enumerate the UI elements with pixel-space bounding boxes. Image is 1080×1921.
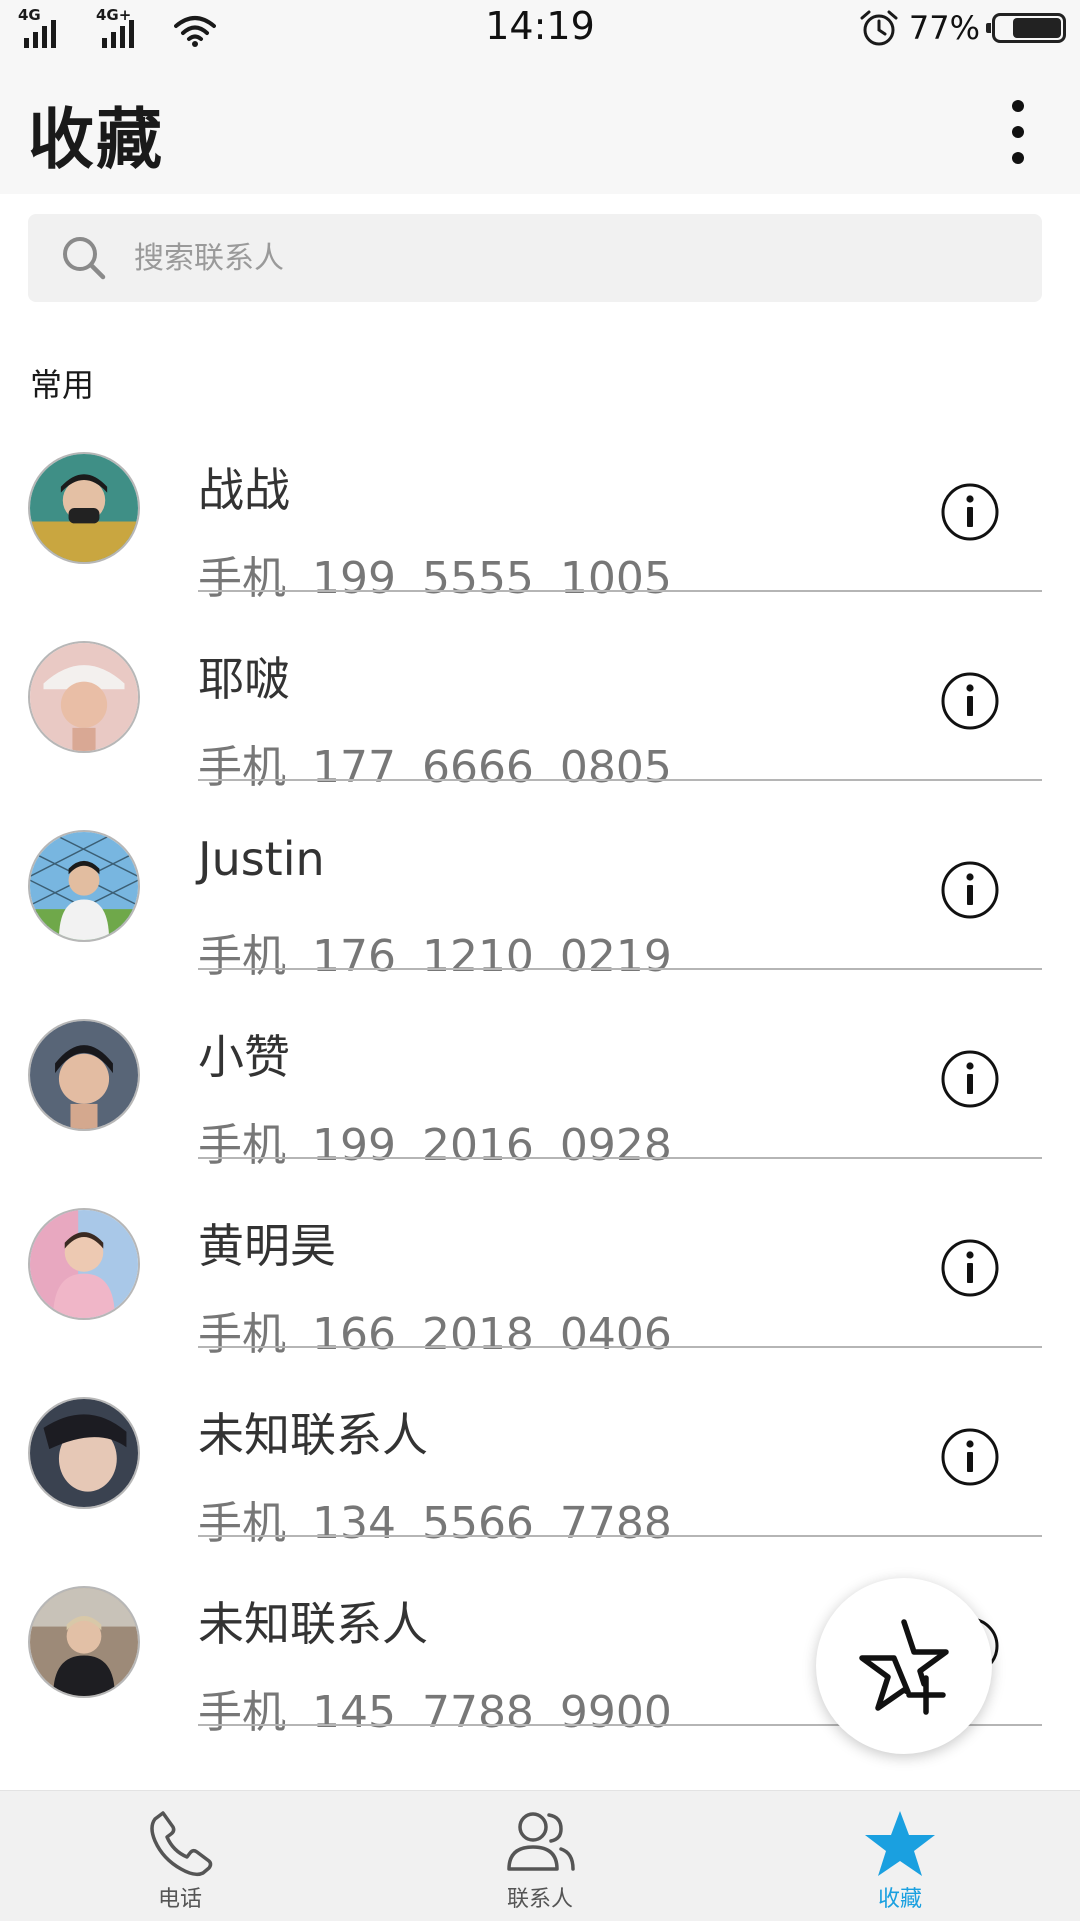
contact-name: Justin [198, 832, 325, 886]
avatar [28, 1586, 140, 1698]
contact-row[interactable]: Justin 手机 176 1210 0219 [0, 808, 1080, 997]
contact-info-button[interactable] [940, 671, 1000, 731]
divider [198, 968, 1042, 970]
nav-label: 收藏 [877, 1887, 922, 1912]
battery-percent: 77% [908, 9, 980, 47]
contact-phone: 手机 199 5555 1005 [198, 553, 672, 604]
app-header: 收藏 [0, 56, 1080, 194]
contact-phone: 手机 166 2018 0406 [198, 1309, 672, 1360]
contact-row[interactable]: 小赞 手机 199 2016 0928 [0, 997, 1080, 1186]
contact-name: 战战 [198, 463, 290, 517]
status-right: 77% [857, 8, 1066, 48]
contact-name: 黄明昊 [198, 1219, 336, 1273]
contact-phone: 手机 145 7788 9900 [198, 1687, 672, 1738]
contact-info-button[interactable] [940, 860, 1000, 920]
alarm-icon [860, 10, 898, 46]
section-label-frequent: 常用 [30, 366, 95, 404]
star-icon [865, 1811, 935, 1876]
contact-row[interactable]: 战战 手机 199 5555 1005 [0, 430, 1080, 619]
contact-name: 未知联系人 [198, 1408, 428, 1462]
search-bar[interactable] [28, 214, 1042, 302]
nav-label: 电话 [157, 1887, 202, 1912]
avatar [28, 452, 140, 564]
favorites-list: 战战 手机 199 5555 1005 耶啵 手机 177 6666 0805 … [0, 430, 1080, 1753]
avatar [28, 1019, 140, 1131]
contact-row[interactable]: 耶啵 手机 177 6666 0805 [0, 619, 1080, 808]
divider [198, 1535, 1042, 1537]
divider [198, 779, 1042, 781]
contact-info-button[interactable] [940, 1427, 1000, 1487]
contact-name: 小赞 [198, 1030, 290, 1084]
info-icon [941, 861, 999, 919]
contact-phone: 手机 134 5566 7788 [198, 1498, 672, 1549]
contact-row[interactable]: 黄明昊 手机 166 2018 0406 [0, 1186, 1080, 1375]
contacts-icon [507, 1812, 575, 1871]
divider [198, 590, 1042, 592]
divider [198, 1346, 1042, 1348]
status-bar: 4G 4G+ 14:19 77% [0, 0, 1080, 56]
contact-info-button[interactable] [940, 482, 1000, 542]
info-icon [941, 1428, 999, 1486]
info-icon [941, 483, 999, 541]
search-icon [63, 237, 106, 280]
search-input[interactable] [132, 239, 986, 277]
more-dot-icon [1012, 126, 1024, 138]
avatar [28, 830, 140, 942]
nav-tab-contacts[interactable]: 联系人 [360, 1791, 720, 1921]
nav-tab-favorites[interactable]: 收藏 [720, 1791, 1080, 1921]
contact-phone: 手机 176 1210 0219 [198, 931, 672, 982]
avatar [28, 641, 140, 753]
nav-tab-phone[interactable]: 电话 [0, 1791, 360, 1921]
battery-icon [986, 13, 1066, 43]
page-title: 收藏 [28, 101, 164, 178]
avatar [28, 1397, 140, 1509]
info-icon [941, 1050, 999, 1108]
info-icon [941, 1239, 999, 1297]
nav-label: 联系人 [506, 1887, 573, 1912]
contact-info-button[interactable] [940, 1049, 1000, 1109]
phone-icon [150, 1811, 213, 1877]
contact-name: 耶啵 [198, 652, 290, 706]
contact-row[interactable]: 未知联系人 手机 134 5566 7788 [0, 1375, 1080, 1564]
contact-info-button[interactable] [940, 1238, 1000, 1298]
divider [198, 1157, 1042, 1159]
contact-phone: 手机 177 6666 0805 [198, 742, 672, 793]
more-options-button[interactable] [996, 92, 1040, 172]
contact-phone: 手机 199 2016 0928 [198, 1120, 672, 1171]
contact-name: 未知联系人 [198, 1597, 428, 1651]
bottom-nav: 电话 联系人 收藏 [0, 1790, 1080, 1921]
add-favorite-button[interactable] [816, 1578, 992, 1754]
star-add-icon [859, 1619, 949, 1715]
more-dot-icon [1012, 100, 1024, 112]
more-dot-icon [1012, 152, 1024, 164]
avatar [28, 1208, 140, 1320]
info-icon [941, 672, 999, 730]
